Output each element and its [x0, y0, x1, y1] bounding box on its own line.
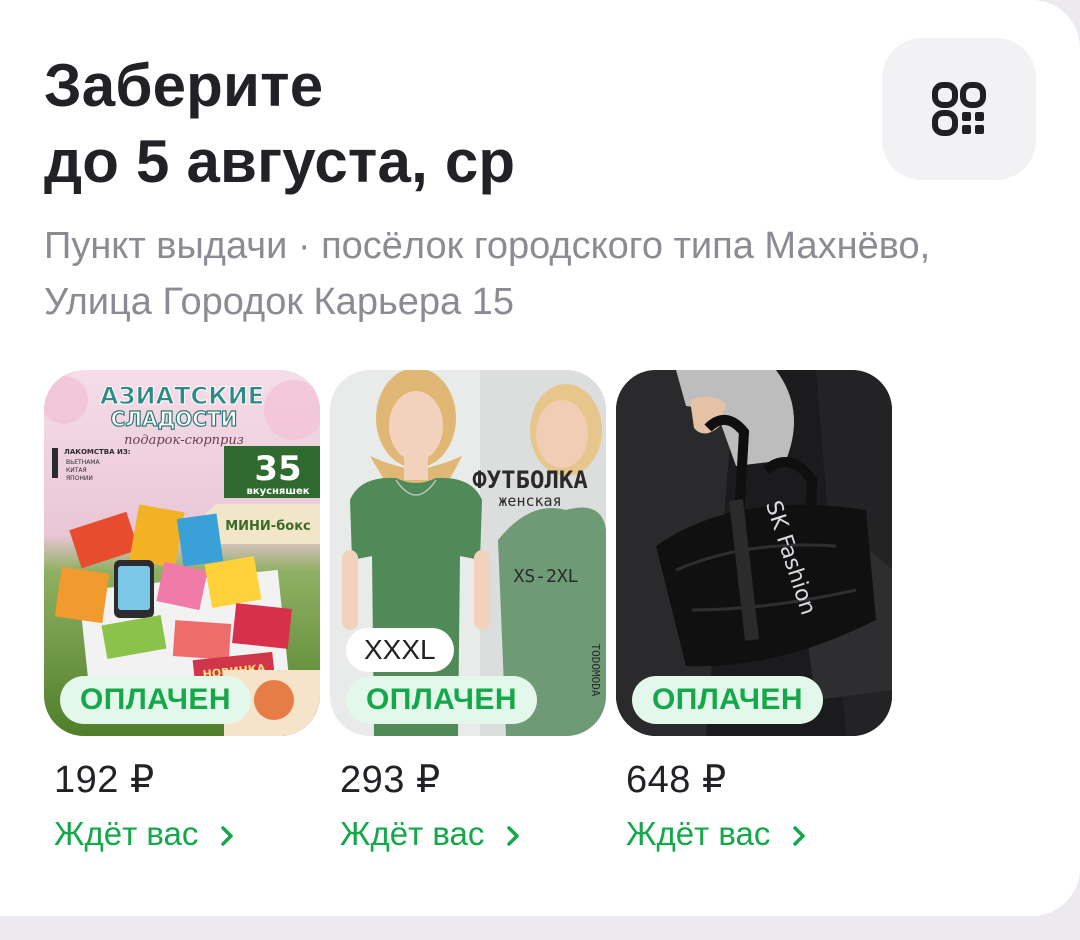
tshirt-title-text: ФУТБОЛКА: [472, 466, 588, 494]
product-price: 192 ₽: [54, 759, 155, 801]
title-line-2: до 5 августа, ср: [44, 128, 516, 195]
pickup-point-address: Пункт выдачи · посёлок городского типа М…: [44, 218, 1044, 330]
size-tag: XXXL: [346, 628, 454, 672]
tshirt-subtitle-text: женская: [498, 492, 561, 510]
sweets-list-item: ВЬЕТНАМА: [66, 459, 100, 466]
address-line-1: Пункт выдачи · посёлок городского типа М…: [44, 225, 931, 267]
waiting-status-label: Ждёт вас: [626, 815, 771, 852]
womens-tshirt-image: ФУТБОЛКА женская XS-2XL TODOMODA XXXL ОП…: [330, 370, 606, 736]
waiting-status-link[interactable]: Ждёт вас: [340, 812, 520, 856]
chevron-right-icon: [792, 826, 805, 847]
waiting-status-label: Ждёт вас: [54, 815, 199, 852]
chevron-right-icon: [220, 826, 233, 847]
sweets-list-item: КИТАЯ: [66, 467, 87, 474]
waiting-status-link[interactable]: Ждёт вас: [54, 812, 234, 856]
title-line-1: Заберите: [44, 52, 324, 119]
product-card-asian-sweets[interactable]: АЗИАТСКИЕ СЛАДОСТИ подарок-сюрприз ЛАКОМ…: [44, 370, 320, 870]
chevron-right-icon: [506, 826, 519, 847]
sweets-subtitle-text: СЛАДОСТИ: [111, 407, 238, 431]
waiting-status-link[interactable]: Ждёт вас: [626, 812, 806, 856]
tshirt-brand-text: TODOMODA: [589, 644, 602, 697]
sweets-script-text: подарок-сюрприз: [124, 433, 244, 448]
product-price: 648 ₽: [626, 759, 727, 801]
paid-status-badge: ОПЛАЧЕН: [60, 676, 251, 724]
sweets-count-label: вкусняшек: [246, 486, 309, 497]
product-card-tshirt[interactable]: ФУТБОЛКА женская XS-2XL TODOMODA XXXL ОП…: [330, 370, 606, 870]
waiting-status-label: Ждёт вас: [340, 815, 485, 852]
sports-bag-image: SK Fashion ОПЛАЧЕН: [616, 370, 892, 736]
qr-code-button[interactable]: [882, 38, 1036, 180]
paid-status-badge: ОПЛАЧЕН: [346, 676, 537, 724]
sweets-list-item: ЯПОНИИ: [66, 475, 93, 482]
pickup-deadline-title: Заберите до 5 августа, ср: [44, 48, 515, 200]
asian-sweets-box-image: АЗИАТСКИЕ СЛАДОСТИ подарок-сюрприз ЛАКОМ…: [44, 370, 320, 736]
sweets-count-text: 35: [254, 449, 301, 489]
paid-status-badge: ОПЛАЧЕН: [632, 676, 823, 724]
sweets-tag-text: МИНИ-бокс: [225, 519, 311, 534]
address-line-2: Улица Городок Карьера 15: [44, 281, 514, 323]
sweets-title-text: АЗИАТСКИЕ: [100, 382, 264, 410]
sweets-list-head: ЛАКОМСТВА ИЗ:: [64, 448, 131, 456]
tshirt-sizes-text: XS-2XL: [513, 566, 578, 587]
qr-code-icon: [932, 82, 986, 136]
product-card-bag[interactable]: SK Fashion ОПЛАЧЕН 648 ₽ Ждёт вас: [616, 370, 892, 870]
pickup-card: Заберите до 5 августа, ср Пункт выдачи ·…: [0, 0, 1080, 916]
product-price: 293 ₽: [340, 759, 441, 801]
